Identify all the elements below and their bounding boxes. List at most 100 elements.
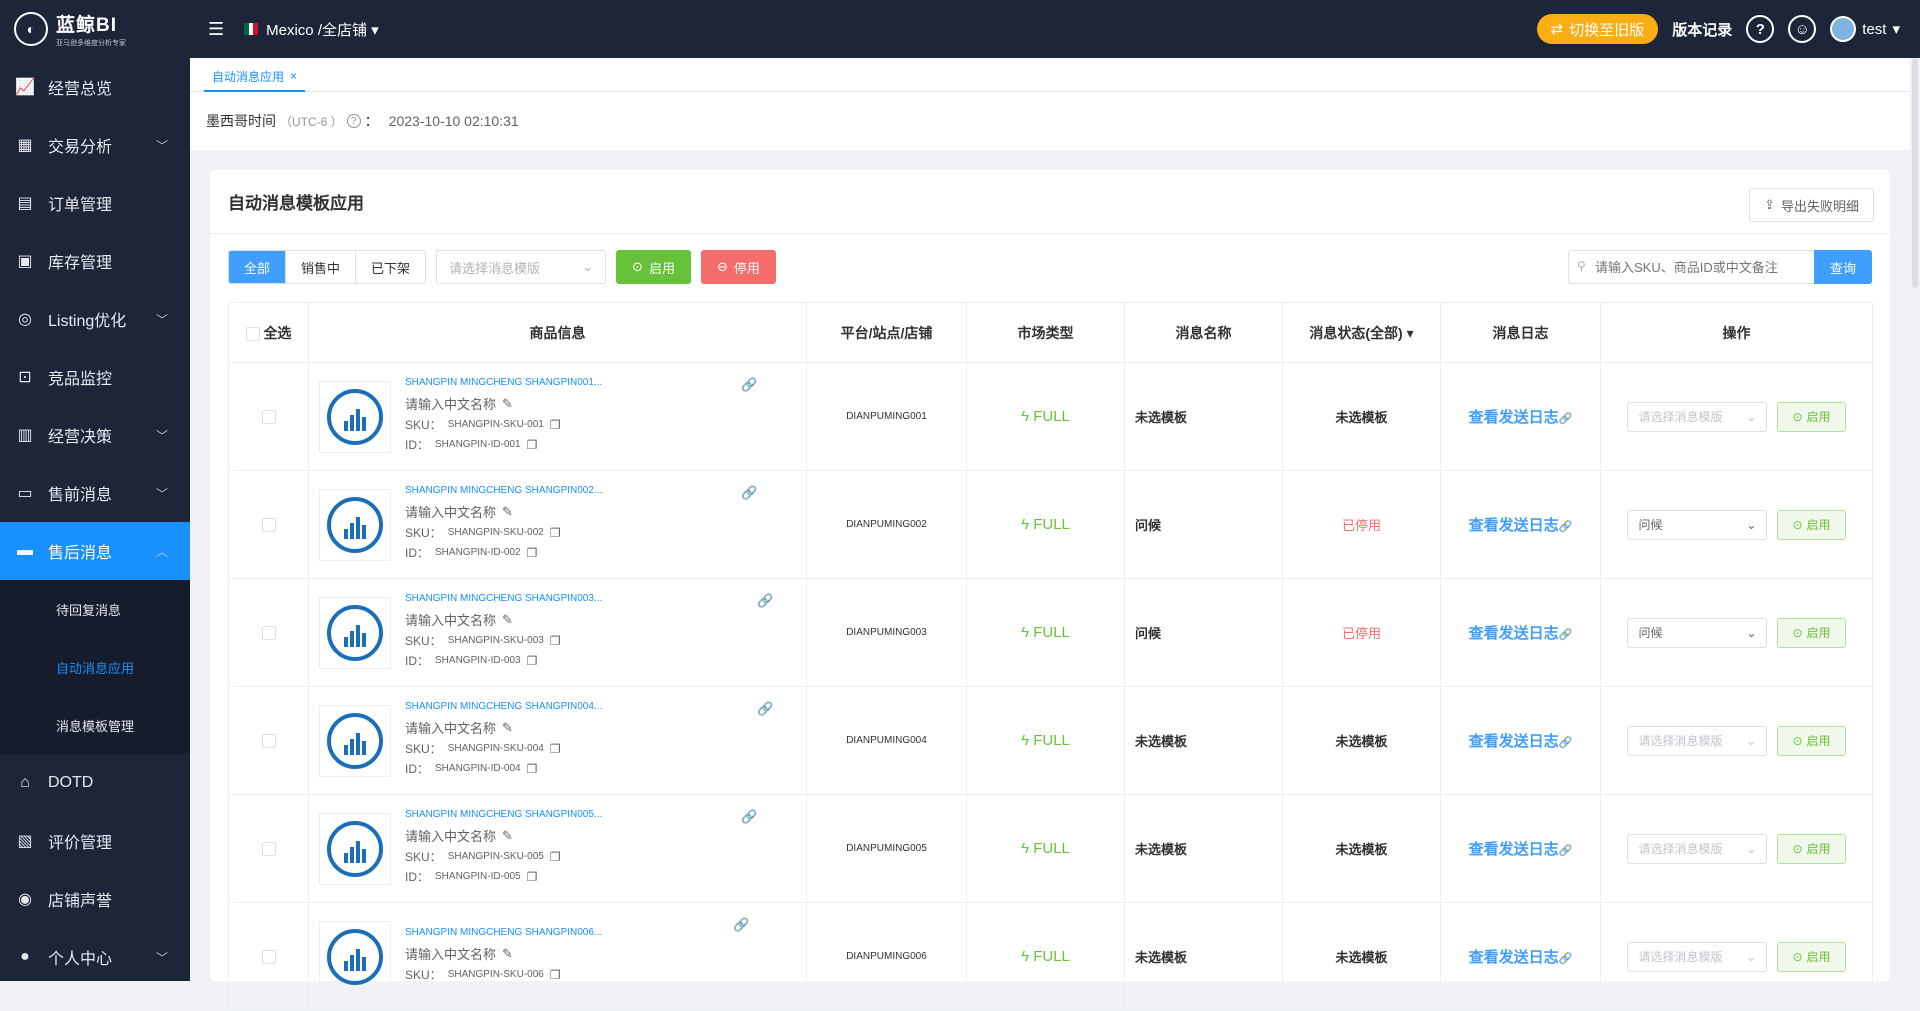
- row-template-select[interactable]: 请选择消息模版 ⌄: [1627, 401, 1768, 432]
- row-enable-button[interactable]: ⊙ 启用: [1777, 509, 1846, 540]
- product-thumbnail[interactable]: [319, 596, 391, 669]
- sidebar-item[interactable]: ▥ 经营决策 ﹀: [0, 406, 190, 464]
- sidebar-item[interactable]: ▧ 评价管理: [0, 812, 190, 870]
- row-enable-button[interactable]: ⊙ 启用: [1777, 725, 1846, 756]
- row-template-select[interactable]: 请选择消息模版 ⌄: [1627, 725, 1768, 756]
- row-enable-button[interactable]: ⊙ 启用: [1777, 941, 1846, 972]
- sidebar-item[interactable]: ▣ 库存管理: [0, 232, 190, 290]
- sidebar-subitem[interactable]: 消息模板管理: [0, 696, 190, 754]
- sidebar-subitem[interactable]: 自动消息应用: [0, 638, 190, 696]
- select-all-checkbox[interactable]: [245, 326, 260, 341]
- edit-icon[interactable]: ✎: [502, 396, 513, 412]
- product-name-link[interactable]: SHANGPIN MINGCHENG SHANGPIN001...: [405, 377, 602, 388]
- row-template-select[interactable]: 问候 ⌄: [1627, 617, 1768, 648]
- cn-name-placeholder[interactable]: 请输入中文名称: [405, 826, 496, 845]
- sidebar-item[interactable]: ◉ 店铺声誉: [0, 870, 190, 928]
- query-button[interactable]: 查询: [1813, 250, 1872, 284]
- row-template-select[interactable]: 请选择消息模版 ⌄: [1627, 941, 1768, 972]
- product-name-link[interactable]: SHANGPIN MINGCHENG SHANGPIN006...: [405, 927, 602, 938]
- copy-icon[interactable]: ❐: [527, 438, 538, 452]
- copy-icon[interactable]: ❐: [550, 968, 561, 982]
- copy-icon[interactable]: ❐: [527, 870, 538, 884]
- edit-icon[interactable]: ✎: [502, 504, 513, 520]
- sidebar-item[interactable]: 📈 经营总览: [0, 58, 190, 116]
- user-menu[interactable]: test ▾: [1830, 16, 1900, 42]
- row-enable-button[interactable]: ⊙ 启用: [1777, 401, 1846, 432]
- sidebar-item[interactable]: ⊡ 竞品监控: [0, 348, 190, 406]
- enable-button[interactable]: ⊙ 启用: [616, 250, 691, 284]
- tab-close-icon[interactable]: ×: [290, 69, 297, 83]
- cn-name-placeholder[interactable]: 请输入中文名称: [405, 718, 496, 737]
- edit-icon[interactable]: ✎: [502, 720, 513, 736]
- version-log-link[interactable]: 版本记录: [1672, 19, 1732, 40]
- sidebar-item[interactable]: ◎ Listing优化 ﹀: [0, 290, 190, 348]
- view-log-link[interactable]: 查看发送日志🔗: [1469, 949, 1573, 966]
- question-icon[interactable]: ?: [346, 114, 361, 128]
- copy-icon[interactable]: ❐: [527, 546, 538, 560]
- product-name-link[interactable]: SHANGPIN MINGCHENG SHANGPIN003...: [405, 593, 602, 604]
- link-icon[interactable]: 🔗: [733, 917, 749, 933]
- menu-collapse-icon[interactable]: ☰: [208, 19, 224, 40]
- product-name-link[interactable]: SHANGPIN MINGCHENG SHANGPIN005...: [405, 809, 602, 820]
- robot-icon[interactable]: ☺: [1788, 15, 1817, 43]
- cn-name-placeholder[interactable]: 请输入中文名称: [405, 610, 496, 629]
- select-all-header[interactable]: 全选: [228, 302, 309, 363]
- row-checkbox[interactable]: [261, 950, 276, 965]
- row-enable-button[interactable]: ⊙ 启用: [1777, 617, 1846, 648]
- tab-auto-message-app[interactable]: 自动消息应用 ×: [204, 62, 306, 92]
- cn-name-placeholder[interactable]: 请输入中文名称: [405, 502, 496, 521]
- row-template-select[interactable]: 问候 ⌄: [1627, 509, 1768, 540]
- product-thumbnail[interactable]: [319, 704, 391, 777]
- copy-icon[interactable]: ❐: [550, 634, 561, 648]
- view-log-link[interactable]: 查看发送日志🔗: [1469, 733, 1573, 750]
- link-icon[interactable]: 🔗: [741, 485, 757, 501]
- row-template-select[interactable]: 请选择消息模版 ⌄: [1627, 833, 1768, 864]
- page-scrollbar[interactable]: [1912, 58, 1918, 288]
- copy-icon[interactable]: ❐: [550, 526, 561, 540]
- row-checkbox[interactable]: [261, 518, 276, 533]
- copy-icon[interactable]: ❐: [550, 418, 561, 432]
- product-name-link[interactable]: SHANGPIN MINGCHENG SHANGPIN004...: [405, 701, 602, 712]
- row-checkbox[interactable]: [261, 842, 276, 857]
- product-thumbnail[interactable]: [319, 488, 391, 561]
- sidebar-item[interactable]: ● 个人中心 ﹀: [0, 928, 190, 986]
- view-log-link[interactable]: 查看发送日志🔗: [1469, 409, 1573, 426]
- row-checkbox[interactable]: [261, 410, 276, 425]
- sidebar-item[interactable]: ▦ 交易分析 ﹀: [0, 116, 190, 174]
- copy-icon[interactable]: ❐: [527, 654, 538, 668]
- segment-on-sale[interactable]: 销售中: [286, 251, 357, 283]
- view-log-link[interactable]: 查看发送日志🔗: [1469, 517, 1573, 534]
- switch-old-version-button[interactable]: ⇄ 切换至旧版: [1536, 14, 1659, 44]
- row-enable-button[interactable]: ⊙ 启用: [1777, 833, 1846, 864]
- row-checkbox[interactable]: [261, 626, 276, 641]
- row-checkbox[interactable]: [261, 734, 276, 749]
- sidebar-item[interactable]: ▤ 订单管理: [0, 174, 190, 232]
- view-log-link[interactable]: 查看发送日志🔗: [1469, 841, 1573, 858]
- edit-icon[interactable]: ✎: [502, 946, 513, 962]
- link-icon[interactable]: 🔗: [757, 701, 773, 717]
- help-icon[interactable]: ?: [1746, 15, 1775, 43]
- cn-name-placeholder[interactable]: 请输入中文名称: [405, 944, 496, 963]
- store-selector[interactable]: Mexico /全店铺 ▾: [266, 19, 379, 40]
- header-msg-status[interactable]: 消息状态(全部) ▾: [1282, 302, 1441, 363]
- copy-icon[interactable]: ❐: [527, 762, 538, 776]
- segment-all[interactable]: 全部: [229, 251, 287, 283]
- edit-icon[interactable]: ✎: [502, 828, 513, 844]
- search-input[interactable]: [1567, 250, 1814, 284]
- sidebar-subitem[interactable]: 待回复消息: [0, 580, 190, 638]
- export-failures-button[interactable]: ⇪ 导出失败明细: [1749, 188, 1874, 222]
- link-icon[interactable]: 🔗: [741, 809, 757, 825]
- cn-name-placeholder[interactable]: 请输入中文名称: [405, 394, 496, 413]
- brand-logo[interactable]: ◐ 蓝鲸BI 亚马逊多维度分析专家: [0, 0, 190, 58]
- link-icon[interactable]: 🔗: [757, 593, 773, 609]
- sidebar-item[interactable]: ⌂ DOTD: [0, 754, 190, 812]
- view-log-link[interactable]: 查看发送日志🔗: [1469, 625, 1573, 642]
- template-select[interactable]: 请选择消息模版 ⌄: [436, 250, 607, 284]
- edit-icon[interactable]: ✎: [502, 612, 513, 628]
- product-thumbnail[interactable]: [319, 920, 391, 993]
- sidebar-item[interactable]: ▬ 售后消息 ︿: [0, 522, 190, 580]
- product-thumbnail[interactable]: [319, 380, 391, 453]
- product-name-link[interactable]: SHANGPIN MINGCHENG SHANGPIN002...: [405, 485, 602, 496]
- product-thumbnail[interactable]: [319, 812, 391, 885]
- copy-icon[interactable]: ❐: [550, 742, 561, 756]
